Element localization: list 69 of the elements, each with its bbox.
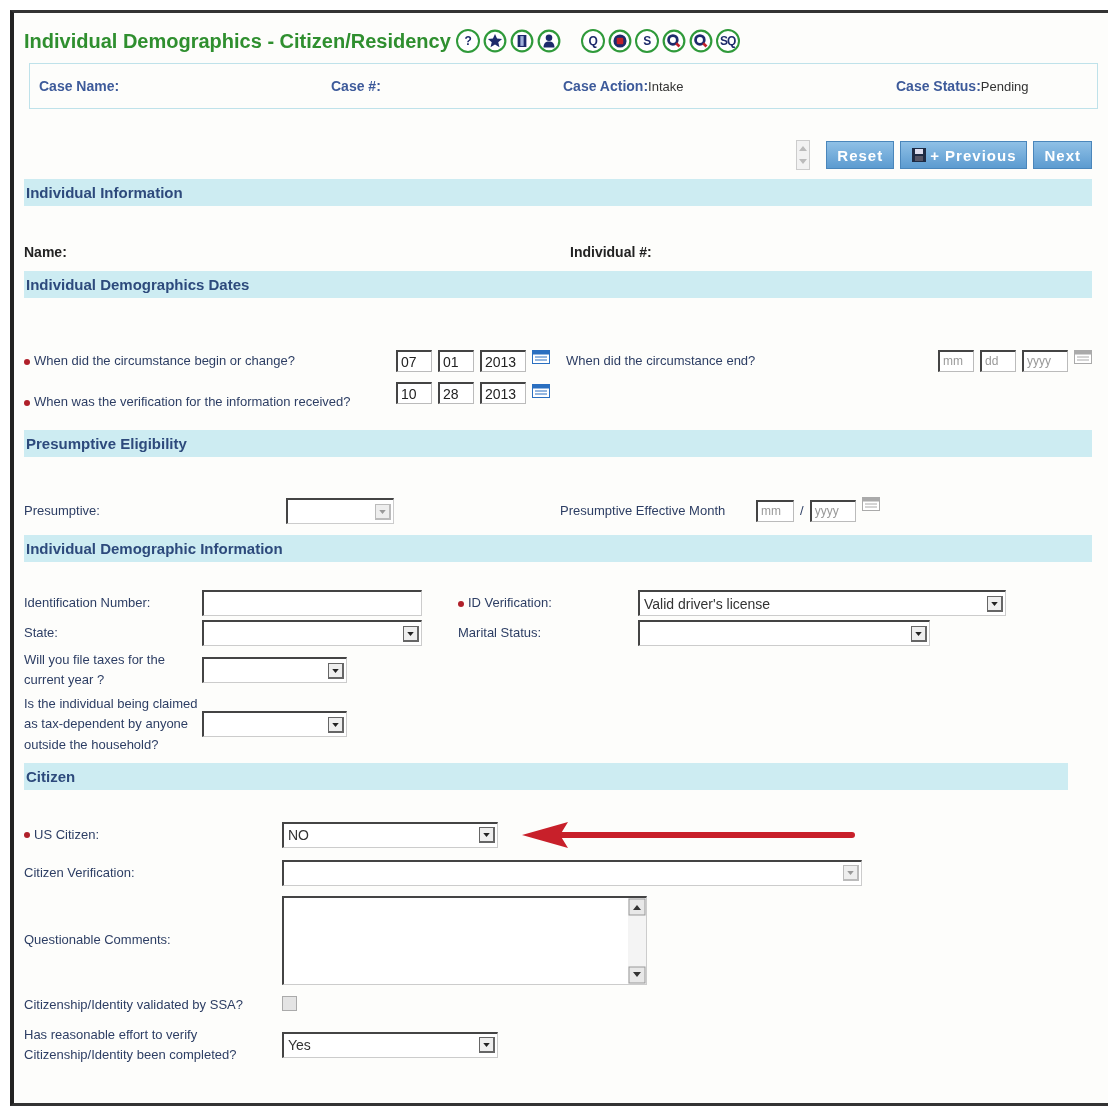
dropdown[interactable] <box>202 711 347 738</box>
month-field[interactable]: 07 <box>396 350 432 372</box>
year-field[interactable]: 2013 <box>480 382 526 404</box>
person-icon[interactable] <box>536 29 561 53</box>
field-label: ID Verification: <box>458 594 638 612</box>
required-icon <box>24 832 30 839</box>
dropdown[interactable] <box>202 657 347 684</box>
section-title: Individual Information <box>26 184 183 201</box>
field-label: When did the circumstance begin or change? <box>24 352 390 370</box>
search-icon[interactable] <box>661 29 686 53</box>
help-icon[interactable]: S <box>634 29 659 53</box>
help-icon[interactable]: SQ <box>715 29 740 53</box>
day-field[interactable]: 28 <box>438 382 474 404</box>
case-field: Case Name: <box>39 78 331 94</box>
field-label: Has reasonable effort to verify Citizenship/Identity been completed? <box>24 1025 238 1064</box>
field-label: When was the verification for the information received? <box>24 393 364 411</box>
calendar-icon[interactable] <box>532 384 550 398</box>
dropdown-caret-icon[interactable] <box>987 595 1003 612</box>
page-title: Individual Demographics - Citizen/Residency <box>24 29 451 53</box>
case-field: Case Action:Intake <box>563 78 896 94</box>
year-field[interactable]: 2013 <box>480 350 526 372</box>
field-label: Citizenship/Identity validated by SSA? <box>24 995 244 1014</box>
dropdown-caret-icon[interactable] <box>328 717 344 733</box>
field-label: Presumptive: <box>24 502 101 520</box>
dropdown[interactable] <box>286 498 394 524</box>
field-label: Questionable Comments: <box>24 931 172 949</box>
date-separator: / <box>800 502 804 520</box>
case-field: Case Status:Pending <box>896 78 1097 94</box>
month-field[interactable]: 10 <box>396 382 432 404</box>
stop-icon[interactable] <box>607 29 632 53</box>
field-label: US Citizen: <box>24 825 282 844</box>
section-title: Citizen <box>26 767 76 785</box>
field-label: Presumptive Effective Month <box>560 502 727 520</box>
scrollbar[interactable] <box>628 897 646 984</box>
field-label: Marital Status: <box>458 624 543 642</box>
field-label: Will you file taxes for the current year ? <box>24 651 166 690</box>
dropdown[interactable]: NO <box>282 821 498 848</box>
dropdown[interactable] <box>638 620 930 646</box>
section-title: Presumptive Eligibility <box>26 435 187 452</box>
field-label: Identification Number: <box>24 594 152 612</box>
search-icon[interactable] <box>688 29 713 53</box>
help-icon[interactable]: ? <box>455 29 480 53</box>
identification-number-field[interactable] <box>202 590 422 616</box>
dropdown-caret-icon[interactable] <box>911 625 927 642</box>
field-label: Is the individual being claimed as tax-dependent by anyone outside the household? <box>24 695 199 754</box>
dropdown[interactable]: Valid driver's license <box>638 590 1006 616</box>
day-field[interactable]: 01 <box>438 350 474 372</box>
dropdown-caret-icon[interactable] <box>479 827 495 844</box>
required-icon <box>24 358 30 365</box>
comments-field[interactable] <box>282 895 647 985</box>
dropdown[interactable] <box>282 859 862 886</box>
help-icon[interactable]: Q <box>580 29 605 53</box>
required-icon <box>24 399 30 406</box>
dropdown-caret-icon[interactable] <box>328 662 344 679</box>
field-label: Citizen Verification: <box>24 863 136 882</box>
dropdown-caret-icon[interactable] <box>403 625 419 642</box>
field-label: Individual #: <box>570 242 652 262</box>
section-title: Individual Demographics Dates <box>26 276 250 293</box>
case-field: Case #: <box>331 78 563 94</box>
dropdown-caret-icon[interactable] <box>479 1037 495 1054</box>
field-label: Name: <box>24 242 68 262</box>
field-label: When did the circumstance end? <box>566 352 757 370</box>
required-icon <box>458 600 464 607</box>
calendar-icon[interactable] <box>532 350 550 364</box>
field-label: State: <box>24 624 59 642</box>
dropdown[interactable] <box>202 620 422 646</box>
section-title: Individual Demographic Information <box>26 540 283 557</box>
book-icon[interactable] <box>509 29 534 53</box>
dropdown[interactable]: Yes <box>282 1032 498 1058</box>
